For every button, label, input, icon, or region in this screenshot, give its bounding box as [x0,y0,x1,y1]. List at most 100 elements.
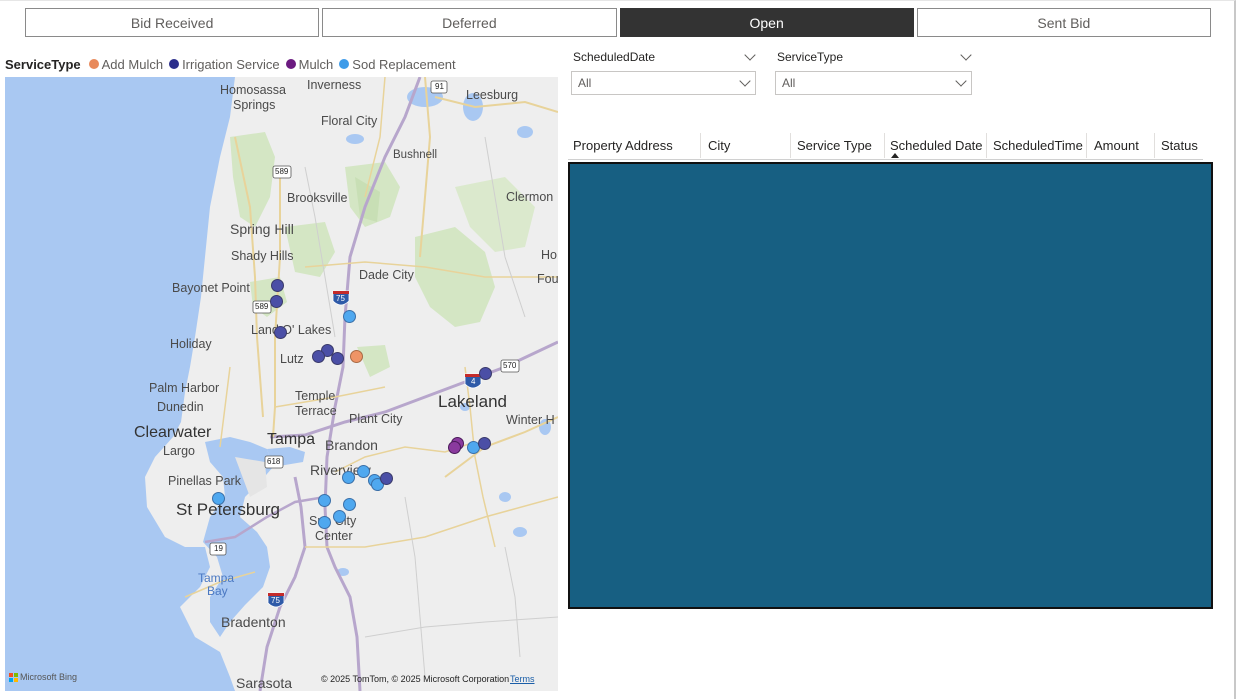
map-point-mulch[interactable] [448,441,461,454]
place-label: Sarasota [236,675,293,691]
microsoft-logo-icon [9,672,18,682]
place-label: Largo [163,444,195,458]
column-header-scheduled-date[interactable]: Scheduled Date [885,133,987,158]
place-label: Springs [233,98,276,112]
column-header-service-type[interactable]: Service Type [792,133,885,158]
bing-attribution: Microsoft Bing [9,672,77,682]
scheduled-date-slicer: ScheduledDate All [571,48,756,95]
map-point-sod-replacement[interactable] [333,510,346,523]
table-header-row: Property Address City Service Type Sched… [568,133,1203,161]
map-point-irrigation-service[interactable] [478,437,491,450]
place-label: Plant City [349,412,403,426]
legend-dot-icon [339,59,350,69]
column-header-city[interactable]: City [703,133,791,158]
terms-link[interactable]: Terms [510,674,535,684]
shield-label: 19 [214,544,223,553]
place-label: Ho [541,248,557,262]
legend-item-sod-replacement[interactable]: Sod Replacement [339,57,456,72]
column-header-scheduled-time[interactable]: ScheduledTime [988,133,1087,158]
place-label: Center [315,529,353,543]
place-label: Clermon [506,190,554,204]
status-tab-bar: Bid Received Deferred Open Sent Bid [25,8,1211,37]
tab-open[interactable]: Open [619,8,914,37]
sort-ascending-icon[interactable] [891,153,899,158]
place-label: Fou [537,272,558,286]
service-map[interactable]: 91 589 589 75 4 570 618 19 75 Homosassa … [5,77,558,691]
place-label: Dunedin [157,400,204,414]
shield-label: 75 [336,294,345,303]
tab-sent-bid[interactable]: Sent Bid [916,8,1211,37]
scheduled-date-dropdown[interactable]: All [571,71,756,95]
slicer-title: ServiceType [777,50,844,64]
map-point-sod-replacement[interactable] [342,471,355,484]
map-legend: ServiceType Add Mulch Irrigation Service… [5,56,462,72]
bing-label: Microsoft Bing [20,672,78,682]
place-label: Holiday [170,337,212,351]
place-label: Homosassa [220,83,286,97]
map-point-sod-replacement[interactable] [318,494,331,507]
map-copyright: © 2025 TomTom, © 2025 Microsoft Corporat… [321,674,510,684]
table-body[interactable] [568,162,1213,609]
water-label: Bay [207,584,228,598]
place-label: Bayonet Point [172,281,250,295]
place-label: Spring Hill [230,221,294,237]
legend-item-mulch[interactable]: Mulch [285,56,334,72]
legend-title: ServiceType [5,56,81,72]
map-point-irrigation-service[interactable] [270,295,283,308]
shield-label: 75 [271,596,280,605]
column-header-amount[interactable]: Amount [1089,133,1155,158]
service-type-slicer: ServiceType All [775,48,972,95]
place-label: Brandon [325,437,378,453]
place-label: Bradenton [221,614,286,630]
map-point-sod-replacement[interactable] [212,492,225,505]
place-label: St Petersburg [176,500,280,519]
map-point-irrigation-service[interactable] [271,279,284,292]
slicer-header: ServiceType [775,48,972,66]
place-label: Dade City [359,268,414,282]
tab-deferred[interactable]: Deferred [322,8,617,37]
legend-dot-icon [285,59,296,69]
service-type-dropdown[interactable]: All [775,71,972,95]
chevron-down-icon[interactable] [744,49,756,61]
place-label: Shady Hills [231,249,294,263]
legend-item-irrigation-service[interactable]: Irrigation Service [169,57,280,72]
shield-label: 589 [255,302,269,311]
slicer-value: All [578,76,592,90]
header-divider [568,159,1203,160]
map-point-sod-replacement[interactable] [343,498,356,511]
legend-item-add-mulch[interactable]: Add Mulch [88,56,164,72]
place-label: Leesburg [466,88,519,102]
chevron-down-icon [739,75,751,87]
shield-label: 91 [435,82,444,91]
shield-label: 589 [275,167,289,176]
map-point-add-mulch[interactable] [350,350,363,363]
map-point-sod-replacement[interactable] [343,310,356,323]
place-label: Winter H [506,413,555,427]
tab-bid-received[interactable]: Bid Received [25,8,320,37]
slicer-header: ScheduledDate [571,48,756,66]
legend-label: Irrigation Service [182,56,280,72]
shield-label: 4 [471,377,476,386]
place-label: Palm Harbor [149,381,220,395]
place-label: Terrace [295,404,337,418]
place-label: Temple [295,389,336,403]
legend-label: Add Mulch [101,56,164,72]
place-label: Land O' Lakes [251,323,332,337]
place-label: Bushnell [393,149,438,161]
place-label: Pinellas Park [168,474,241,488]
map-point-irrigation-service[interactable] [312,350,325,363]
chevron-down-icon[interactable] [960,49,972,61]
shield-label: 570 [503,361,517,370]
column-header-status[interactable]: Status [1156,133,1203,158]
map-point-irrigation-service[interactable] [380,472,393,485]
legend-label: Mulch [298,56,334,72]
legend-dot-icon [88,59,99,69]
map-point-irrigation-service[interactable] [331,352,344,365]
map-point-sod-replacement[interactable] [318,516,331,529]
column-header-property-address[interactable]: Property Address [568,133,701,158]
map-point-irrigation-service[interactable] [479,367,492,380]
legend-dot-icon [169,59,180,69]
map-point-irrigation-service[interactable] [274,326,287,339]
place-label: Floral City [321,114,378,128]
place-label: Lutz [280,352,304,366]
